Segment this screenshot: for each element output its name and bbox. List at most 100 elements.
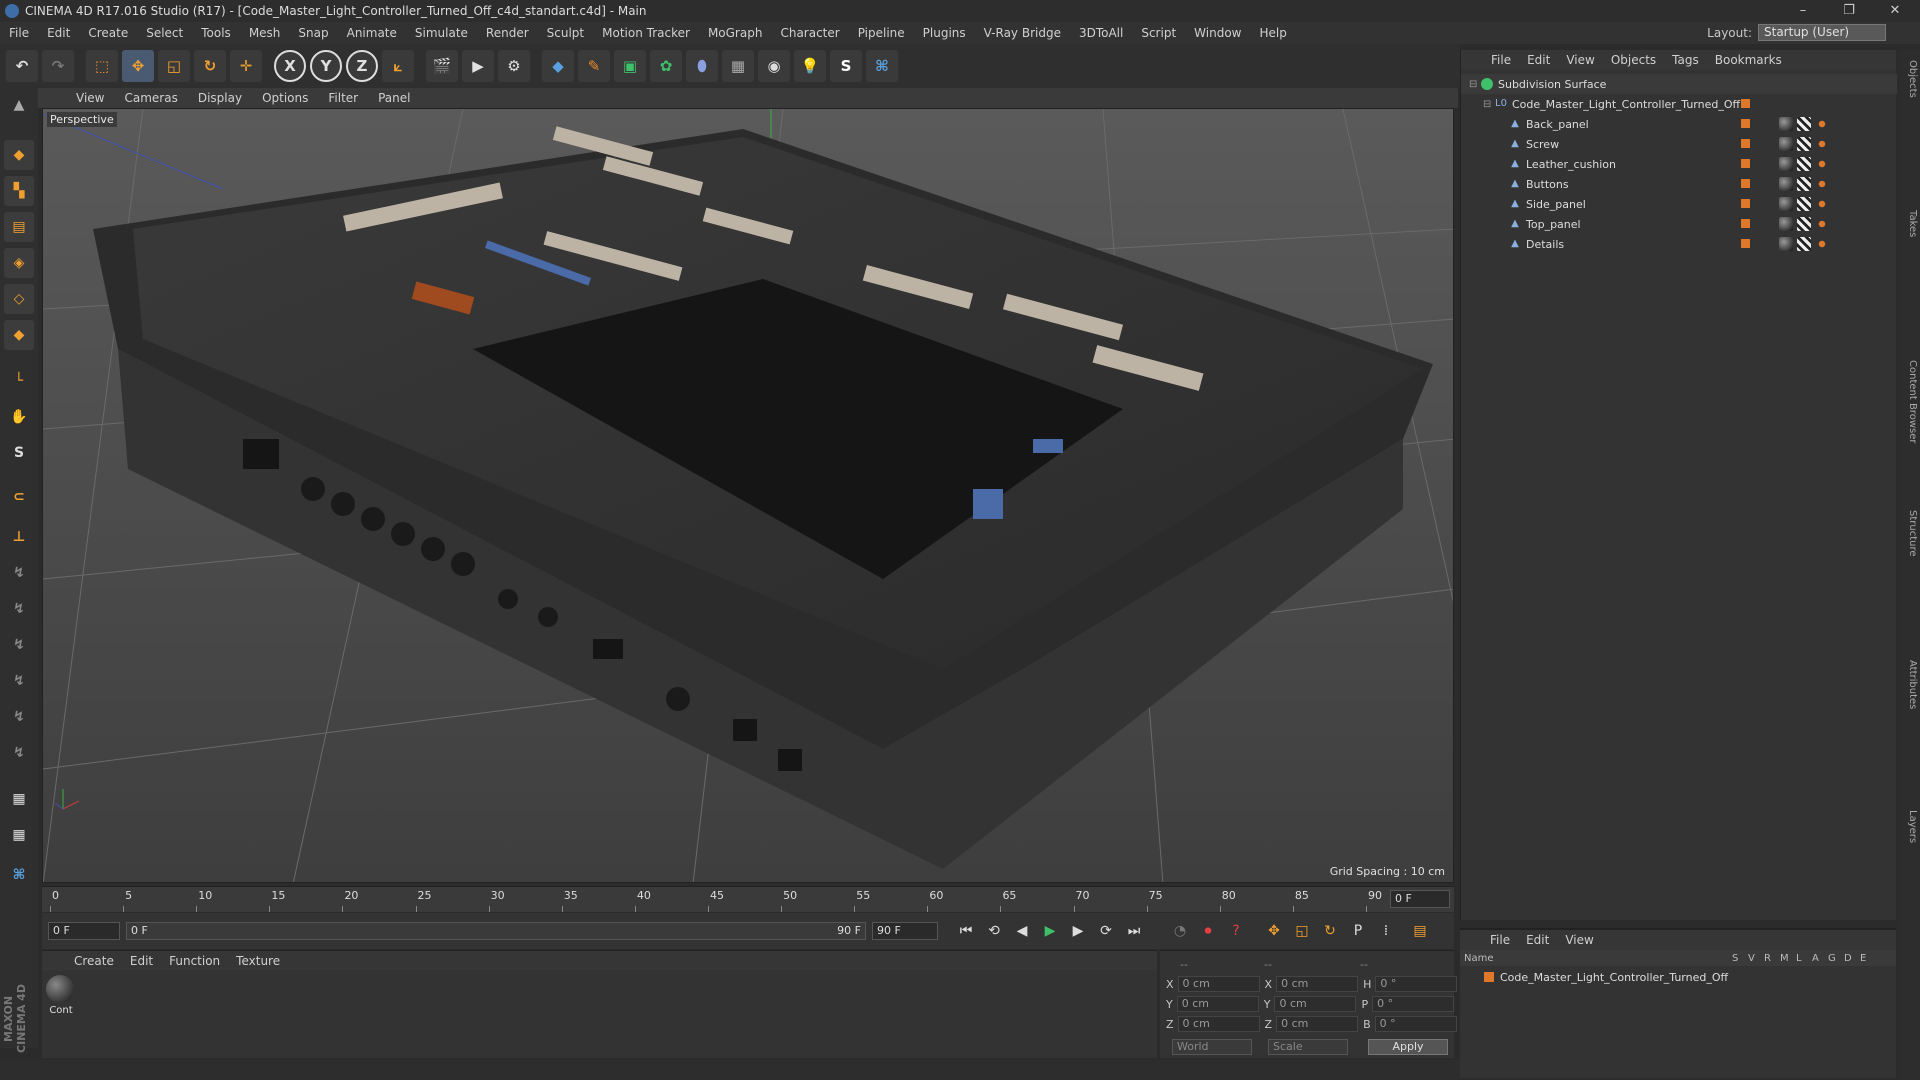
next-key-icon[interactable]: ⟳	[1094, 919, 1118, 943]
minimize-icon[interactable]: –	[1780, 0, 1826, 22]
key-position-icon[interactable]: ✥	[1262, 919, 1286, 943]
object-menu-file[interactable]: File	[1483, 53, 1519, 67]
object-row-side-panel[interactable]: ▲ Side_panel	[1461, 194, 1897, 214]
subdivision-surface-icon[interactable]: ▣	[614, 50, 646, 82]
uvw-tag-icon[interactable]	[1797, 217, 1811, 231]
object-menu-edit[interactable]: Edit	[1519, 53, 1558, 67]
start-frame-field[interactable]: 0 F	[48, 922, 120, 940]
layer-menu-file[interactable]: File	[1482, 933, 1518, 947]
coords-field-b[interactable]: 0 °	[1374, 1016, 1457, 1032]
coords-field-x[interactable]: 0 cm	[1177, 976, 1260, 992]
viewport-menu-cameras[interactable]: Cameras	[114, 91, 187, 105]
material-menu-create[interactable]: Create	[66, 954, 122, 968]
play-icon[interactable]: ▶	[1038, 919, 1062, 943]
selection-tag-icon[interactable]	[1815, 197, 1829, 211]
menu-item-file[interactable]: File	[0, 26, 38, 40]
bend-tool-icon[interactable]: ↯	[4, 558, 34, 588]
rotate-brush-icon[interactable]: ↯	[4, 630, 34, 660]
coords-field-z[interactable]: 0 cm	[1177, 1016, 1260, 1032]
object-row-code-master-light-controller-turned-off[interactable]: ⊟ L0 Code_Master_Light_Controller_Turned_O…	[1461, 94, 1897, 114]
side-tab-layers[interactable]: Layers	[1902, 810, 1918, 843]
render-settings-icon[interactable]: ⚙	[498, 50, 530, 82]
material-tag-icon[interactable]	[1779, 217, 1793, 231]
coords-field-h[interactable]: 0 °	[1375, 976, 1458, 992]
uvw-tag-icon[interactable]	[1797, 177, 1811, 191]
side-tab-content-browser[interactable]: Content Browser	[1902, 360, 1918, 443]
render-picture-viewer-icon[interactable]: ▶	[462, 50, 494, 82]
cube-primitive-icon[interactable]: ◆	[542, 50, 574, 82]
menu-item-pipeline[interactable]: Pipeline	[849, 26, 914, 40]
end-frame-field[interactable]: 90 F	[872, 922, 938, 940]
object-row-subdivision-surface[interactable]: ⊟ Subdivision Surface	[1461, 74, 1897, 94]
polygons-mode-icon[interactable]: ◆	[4, 320, 34, 350]
menu-item-render[interactable]: Render	[477, 26, 538, 40]
spline-pen-icon[interactable]: ✎	[578, 50, 610, 82]
uvw-tag-icon[interactable]	[1797, 197, 1811, 211]
menu-item-edit[interactable]: Edit	[38, 26, 79, 40]
side-tab-takes[interactable]: Takes	[1902, 210, 1918, 237]
undo-icon[interactable]: ↶	[6, 50, 38, 82]
menu-item-3dtoall[interactable]: 3DToAll	[1070, 26, 1132, 40]
object-menu-objects[interactable]: Objects	[1603, 53, 1664, 67]
snap-settings-icon[interactable]: ▦	[4, 820, 34, 850]
expand-toggle-icon[interactable]: ⊟	[1469, 79, 1481, 90]
menu-item-window[interactable]: Window	[1185, 26, 1250, 40]
object-menu-view[interactable]: View	[1558, 53, 1602, 67]
coords-field-y[interactable]: 0 cm	[1274, 996, 1357, 1012]
menu-item-mograph[interactable]: MoGraph	[699, 26, 772, 40]
side-tab-objects[interactable]: Objects	[1902, 60, 1918, 98]
selection-tag-icon[interactable]	[1815, 137, 1829, 151]
material-menu-texture[interactable]: Texture	[228, 954, 288, 968]
coords-field-y[interactable]: 0 cm	[1176, 996, 1259, 1012]
selection-tag-icon[interactable]	[1815, 237, 1829, 251]
transform-tool-icon[interactable]: ✛	[230, 50, 262, 82]
menu-item-motion-tracker[interactable]: Motion Tracker	[593, 26, 699, 40]
selection-tag-icon[interactable]	[1815, 217, 1829, 231]
material-swatch[interactable]: Cont	[46, 975, 76, 1016]
sculpt-brush-icon[interactable]: ↯	[4, 666, 34, 696]
menu-item-script[interactable]: Script	[1132, 26, 1185, 40]
timeline-window-icon[interactable]: ▤	[1408, 919, 1432, 943]
uvw-tag-icon[interactable]	[1797, 237, 1811, 251]
menu-item-snap[interactable]: Snap	[289, 26, 337, 40]
previous-frame-icon[interactable]: ◀	[1010, 919, 1034, 943]
points-mode-icon[interactable]: ◈	[4, 248, 34, 278]
material-menu-edit[interactable]: Edit	[122, 954, 161, 968]
menu-item-tools[interactable]: Tools	[192, 26, 240, 40]
workplane-icon[interactable]: ⊥	[4, 522, 34, 552]
record-keys-icon[interactable]: ◔	[1168, 919, 1192, 943]
viewport-menu-panel[interactable]: Panel	[368, 91, 420, 105]
menu-item-character[interactable]: Character	[771, 26, 848, 40]
y-axis-lock-button[interactable]: Y	[310, 50, 342, 82]
object-row-buttons[interactable]: ▲ Buttons	[1461, 174, 1897, 194]
uvw-tag-icon[interactable]	[1797, 157, 1811, 171]
menu-item-animate[interactable]: Animate	[338, 26, 406, 40]
key-scale-icon[interactable]: ◱	[1290, 919, 1314, 943]
preview-range-slider[interactable]: 0 F 90 F	[126, 922, 866, 940]
object-row-details[interactable]: ▲ Details	[1461, 234, 1897, 254]
scale-tool-icon[interactable]: ◱	[158, 50, 190, 82]
layout-dropdown[interactable]: Startup (User)	[1758, 24, 1886, 41]
coords-field-x[interactable]: 0 cm	[1276, 976, 1359, 992]
tweak-mode-icon[interactable]: ✋	[4, 402, 34, 432]
next-frame-icon[interactable]: ▶	[1066, 919, 1090, 943]
model-mode-icon[interactable]: ◆	[4, 140, 34, 170]
x-axis-lock-button[interactable]: X	[274, 50, 306, 82]
viewport-menu-display[interactable]: Display	[188, 91, 252, 105]
uvw-tag-icon[interactable]	[1797, 137, 1811, 151]
python-console-icon[interactable]: ⌘	[4, 860, 34, 890]
uvw-tag-icon[interactable]	[1797, 117, 1811, 131]
object-row-top-panel[interactable]: ▲ Top_panel	[1461, 214, 1897, 234]
make-editable-icon[interactable]: ▲	[4, 90, 34, 120]
python-icon[interactable]: ⌘	[866, 50, 898, 82]
previous-key-icon[interactable]: ⟲	[982, 919, 1006, 943]
restore-icon[interactable]: ❐	[1826, 0, 1872, 22]
key-rotation-icon[interactable]: ↻	[1318, 919, 1342, 943]
menu-item-create[interactable]: Create	[79, 26, 137, 40]
coords-field-z[interactable]: 0 cm	[1276, 1016, 1359, 1032]
layer-menu-edit[interactable]: Edit	[1518, 933, 1557, 947]
menu-item-help[interactable]: Help	[1250, 26, 1295, 40]
object-menu-bookmarks[interactable]: Bookmarks	[1707, 53, 1790, 67]
transform-mode-dropdown[interactable]: Scale	[1268, 1039, 1348, 1055]
side-tab-structure[interactable]: Structure	[1902, 510, 1918, 557]
